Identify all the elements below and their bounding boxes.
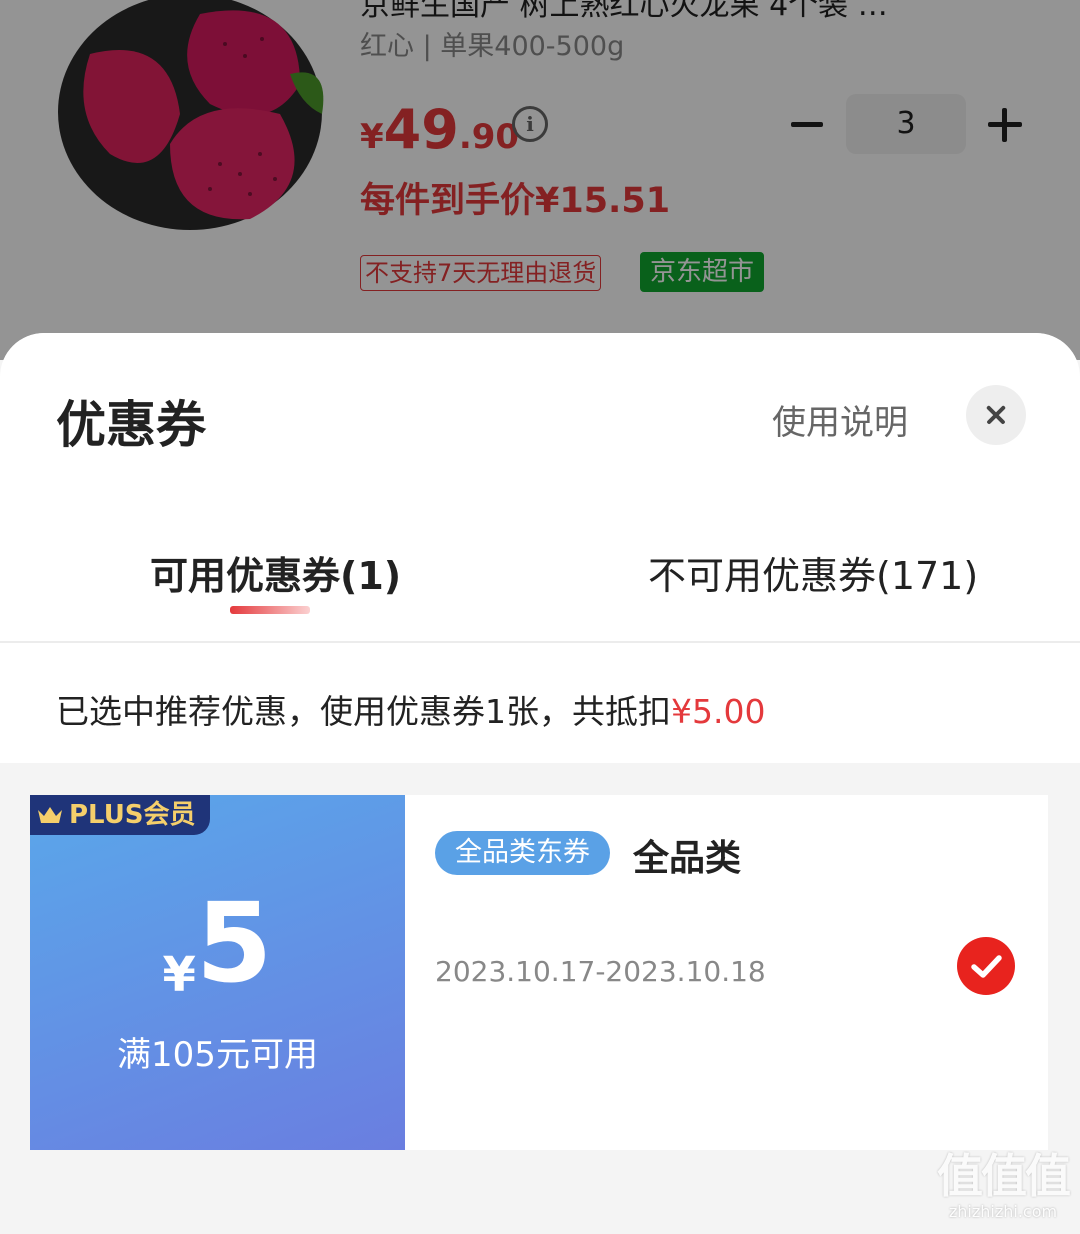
plus-badge-label: PLUS会员: [69, 800, 196, 830]
usage-instructions-link[interactable]: 使用说明: [772, 395, 908, 444]
coupon-value-panel: PLUS会员 ¥5 满105元可用: [30, 795, 405, 1150]
plus-member-badge: PLUS会员: [30, 795, 210, 835]
coupon-sheet: 优惠券 使用说明 可用优惠券(1) 不可用优惠券(171) 已选中推荐优惠，使用…: [0, 333, 1080, 1234]
summary-amount: ¥5.00: [671, 692, 766, 731]
coupon-sheet-header: 优惠券 使用说明 可用优惠券(1) 不可用优惠券(171) 已选中推荐优惠，使用…: [0, 333, 1080, 763]
watermark-url: zhizhizhi.com: [948, 1202, 1058, 1221]
coupon-currency: ¥: [162, 947, 196, 1003]
selected-check-icon[interactable]: [957, 937, 1015, 995]
coupon-amount: ¥5: [30, 883, 405, 1003]
coupon-type-badge: 全品类东券: [435, 831, 610, 875]
discount-summary: 已选中推荐优惠，使用优惠券1张，共抵扣¥5.00: [56, 685, 765, 733]
close-button[interactable]: [966, 385, 1026, 445]
tab-unavailable-coupons[interactable]: 不可用优惠券(171): [648, 545, 978, 600]
coupon-category: 全品类: [633, 838, 742, 879]
coupon-card[interactable]: PLUS会员 ¥5 满105元可用 全品类东券 全品类 2023.10.17-2…: [30, 795, 1048, 1150]
summary-text: 已选中推荐优惠，使用优惠券1张，共抵扣: [56, 692, 671, 731]
sheet-title: 优惠券: [56, 396, 206, 454]
crown-icon: [38, 807, 62, 823]
watermark: 值值值 zhizhizhi.com: [928, 1150, 1078, 1234]
coupon-details-panel: 全品类东券 全品类 2023.10.17-2023.10.18: [405, 795, 1048, 1150]
coupon-value: 5: [195, 879, 273, 1007]
watermark-logo: 值值值: [937, 1149, 1071, 1203]
tab-available-coupons[interactable]: 可用优惠券(1): [150, 545, 401, 600]
coupon-validity: 2023.10.17-2023.10.18: [435, 955, 766, 988]
coupon-condition: 满105元可用: [117, 1035, 318, 1075]
active-tab-indicator: [230, 606, 310, 614]
divider: [0, 641, 1080, 643]
modal-overlay[interactable]: [0, 0, 1080, 360]
